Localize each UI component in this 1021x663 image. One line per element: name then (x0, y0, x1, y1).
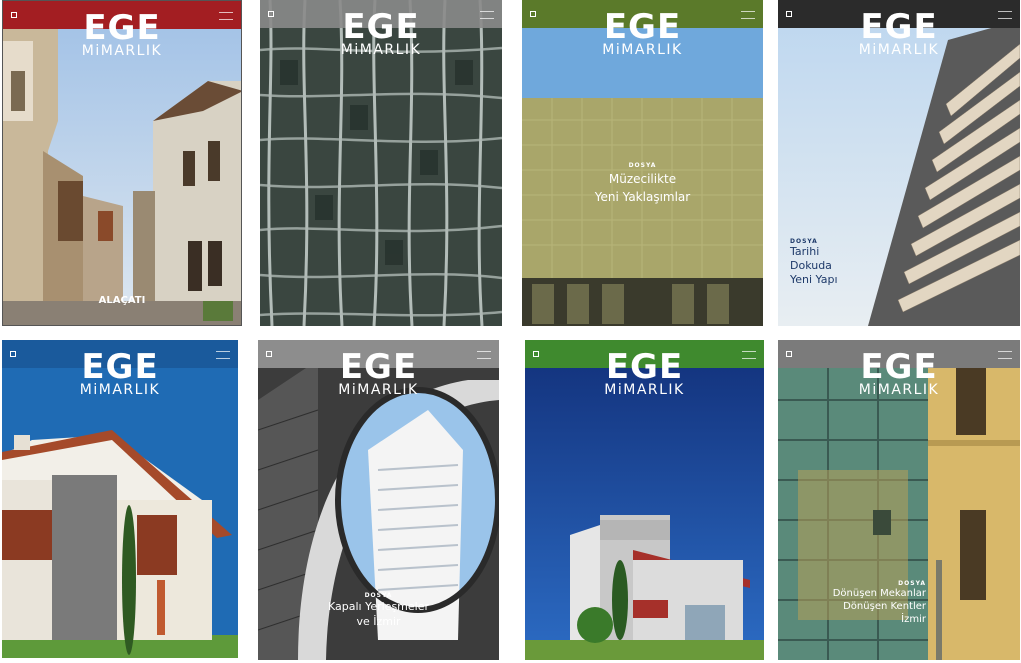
logo-title: EGE (603, 7, 682, 47)
caption-line-2: ve İzmir (356, 615, 401, 628)
caption-line-3: İzmir (901, 614, 926, 625)
logo-title: EGE (860, 7, 938, 47)
logo-title: EGE (860, 347, 938, 387)
cover-3-caption: DOSYA Müzecilikte Yeni Yaklaşımlar (522, 162, 763, 205)
cover-8-logo: EGE MiMARLIK (778, 350, 1020, 398)
magazine-cover-3[interactable]: EGE MiMARLIK DOSYA Müzecilikte Yeni Yakl… (522, 0, 763, 326)
caption-line-2: Yeni Yaklaşımlar (594, 190, 691, 204)
magazine-cover-8[interactable]: EGE MiMARLIK DOSYA Dönüşen Mekanlar Dönü… (778, 340, 1020, 660)
caption-line-1: Müzecilikte (608, 172, 677, 186)
logo-title: EGE (605, 347, 684, 387)
dosya-label: DOSYA (790, 238, 818, 245)
logo-title: EGE (83, 8, 161, 48)
magazine-cover-1[interactable]: EGE MiMARLIK ALAÇATI (2, 0, 242, 326)
cover-4-logo: EGE MiMARLIK (778, 10, 1020, 58)
logo-subtitle: MiMARLIK (79, 382, 161, 398)
cover-7-logo: EGE MiMARLIK (525, 350, 764, 398)
caption-line-3: Yeni Yapı (790, 273, 838, 286)
caption-line-1: Tarihi (790, 245, 820, 258)
logo-subtitle: MiMARLIK (340, 42, 422, 58)
logo-title: EGE (81, 347, 159, 387)
logo-subtitle: MiMARLIK (858, 382, 940, 398)
magazine-cover-6[interactable]: EGE MiMARLIK DOSYA Kapalı Yerleşmeler ve… (258, 340, 499, 660)
logo-title: EGE (342, 7, 420, 47)
cover-6-caption: DOSYA Kapalı Yerleşmeler ve İzmir (258, 592, 499, 629)
dosya-label: DOSYA (628, 162, 657, 169)
caption-line-2: Dokuda (790, 259, 832, 272)
cover-1-logo: EGE MiMARLIK (3, 11, 241, 59)
logo-subtitle: MiMARLIK (338, 382, 419, 398)
logo-title: EGE (339, 347, 418, 387)
logo-subtitle: MiMARLIK (858, 42, 940, 58)
cover-6-logo: EGE MiMARLIK (258, 350, 499, 398)
caption-line-1: Dönüşen Mekanlar (832, 588, 926, 599)
cover-4-caption: DOSYA Tarihi Dokuda Yeni Yapı (790, 238, 838, 287)
caption-line-1: Kapalı Yerleşmeler (327, 600, 430, 613)
logo-subtitle: MiMARLIK (602, 42, 683, 58)
magazine-cover-5[interactable]: EGE MiMARLIK (2, 340, 238, 658)
cover-8-caption: DOSYA Dönüşen Mekanlar Dönüşen Kentler İ… (800, 580, 926, 626)
caption-line-2: Dönüşen Kentler (843, 601, 926, 612)
magazine-cover-4[interactable]: EGE MiMARLIK DOSYA Tarihi Dokuda Yeni Ya… (778, 0, 1020, 326)
logo-subtitle: MiMARLIK (604, 382, 685, 398)
logo-subtitle: MiMARLIK (81, 43, 163, 59)
magazine-cover-2[interactable]: EGE MiMARLIK (260, 0, 502, 326)
cover-3-logo: EGE MiMARLIK (522, 10, 763, 58)
cover-5-logo: EGE MiMARLIK (2, 350, 238, 398)
caption-text: ALAÇATI (98, 295, 146, 306)
cover-1-caption: ALAÇATI (3, 295, 241, 306)
cover-2-logo: EGE MiMARLIK (260, 10, 502, 58)
dosya-label: DOSYA (898, 580, 926, 587)
dosya-label: DOSYA (364, 592, 393, 599)
magazine-cover-7[interactable]: EGE MiMARLIK (525, 340, 764, 660)
